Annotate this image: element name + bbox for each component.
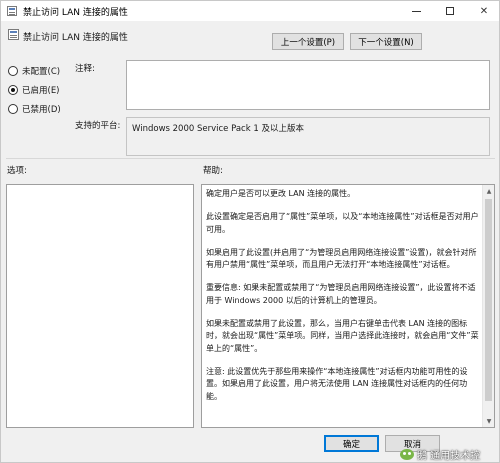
scroll-thumb[interactable] [485, 199, 492, 401]
radio-label: 已启用(E) [22, 86, 60, 96]
wechat-logo-icon [400, 448, 414, 460]
maximize-button[interactable] [433, 1, 467, 21]
maximize-icon [446, 7, 454, 15]
policy-setting-dialog: 禁止访问 LAN 连接的属性 ✕ 禁止访问 LAN 连接的属性 上一个设置(P)… [0, 0, 500, 463]
help-paragraph: 如果启用了此设置(并启用了“为管理员启用网络连接设置”设置)，就会针对所有用户禁… [206, 247, 477, 270]
radio-circle[interactable] [8, 104, 18, 114]
scroll-up-arrow-icon[interactable]: ▲ [483, 185, 494, 197]
help-scrollbar[interactable]: ▲ ▼ [482, 185, 494, 427]
supported-platform-field: Windows 2000 Service Pack 1 及以上版本 [126, 117, 490, 156]
close-icon: ✕ [479, 5, 489, 17]
divider [6, 158, 495, 159]
ok-button[interactable]: 确定 [324, 435, 379, 452]
next-setting-button[interactable]: 下一个设置(N) [350, 33, 422, 50]
help-paragraph: 确定用户是否可以更改 LAN 连接的属性。 [206, 189, 356, 198]
radio-disabled[interactable]: 已禁用(D) [8, 103, 61, 115]
radio-label: 未配置(C) [22, 67, 61, 77]
watermark: 鹅 通用技术控 [400, 445, 480, 463]
help-paragraph: 此设置确定是否启用了“属性”菜单项，以及“本地连接属性”对话框是否对用户可用。 [206, 212, 479, 234]
radio-enabled[interactable]: 已启用(E) [8, 84, 60, 96]
minimize-button[interactable] [399, 1, 433, 21]
minimize-icon [411, 10, 421, 12]
radio-not-configured[interactable]: 未配置(C) [8, 65, 60, 77]
options-label: 选项: [7, 166, 27, 176]
options-panel[interactable] [6, 184, 194, 428]
help-text: 确定用户是否可以更改 LAN 连接的属性。 此设置确定是否启用了“属性”菜单项，… [206, 188, 480, 414]
comment-textarea[interactable] [126, 60, 490, 110]
help-panel[interactable]: 确定用户是否可以更改 LAN 连接的属性。 此设置确定是否启用了“属性”菜单项，… [201, 184, 495, 428]
scroll-down-arrow-icon[interactable]: ▼ [483, 415, 494, 427]
help-paragraph: 注意: 此设置优先于那些用来操作“本地连接属性”对话框内功能可用性的设置。如果启… [206, 366, 468, 401]
help-paragraph: 如果未配置或禁用了此设置，那么，当用户右键单击代表 LAN 连接的图标时，就会出… [206, 319, 479, 353]
setting-title: 禁止访问 LAN 连接的属性 [23, 33, 128, 43]
policy-setting-icon [7, 6, 17, 16]
platform-label: 支持的平台: [75, 121, 121, 131]
title-bar[interactable]: 禁止访问 LAN 连接的属性 ✕ [1, 1, 499, 21]
setting-header-icon [8, 29, 19, 40]
close-button[interactable]: ✕ [467, 1, 500, 21]
radio-circle[interactable] [8, 66, 18, 76]
radio-label: 已禁用(D) [22, 105, 61, 115]
previous-setting-button[interactable]: 上一个设置(P) [272, 33, 344, 50]
help-label: 帮助: [203, 166, 223, 176]
window-title: 禁止访问 LAN 连接的属性 [23, 8, 128, 18]
help-paragraph: 重要信息: 如果未配置或禁用了“为管理员启用网络连接设置”，此设置将不适用于 W… [206, 283, 476, 305]
comment-label: 注释: [75, 64, 95, 74]
watermark-text: 鹅 通用技术控 [417, 450, 481, 462]
radio-circle-checked[interactable] [8, 85, 18, 95]
